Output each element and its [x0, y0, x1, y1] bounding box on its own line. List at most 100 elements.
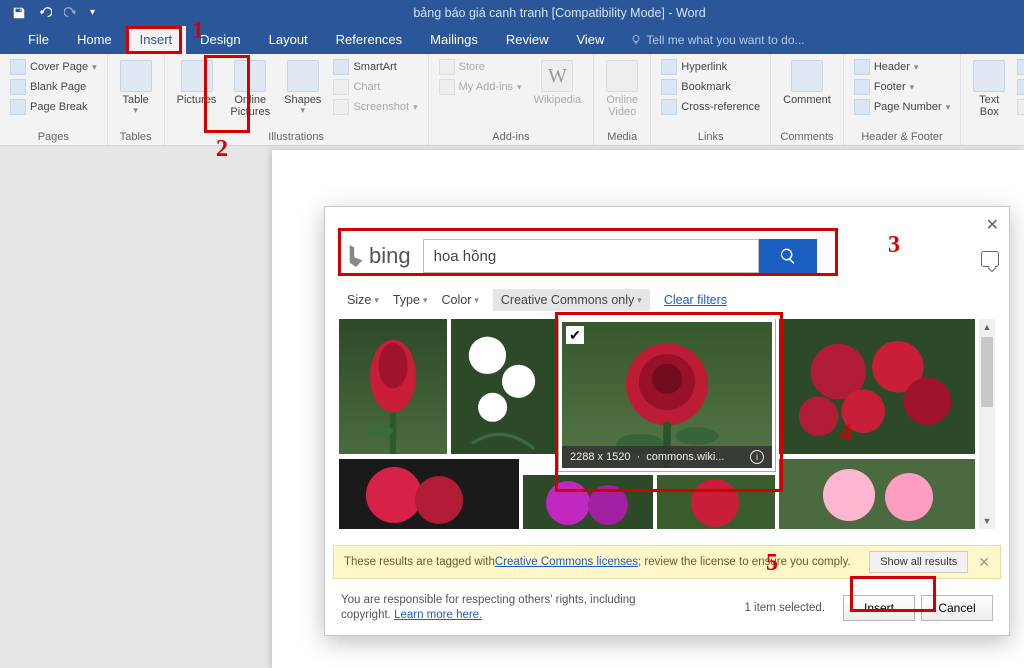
video-icon [606, 60, 638, 92]
comment-button[interactable]: Comment [779, 58, 835, 108]
feedback-icon[interactable] [981, 251, 999, 267]
group-tables: Table▾ Tables [108, 54, 165, 145]
result-thumb-selected[interactable]: ✔ 2288 x 1520 · commons.wiki... i [559, 319, 775, 471]
scroll-thumb[interactable] [981, 337, 993, 407]
shapes-button[interactable]: Shapes▾ [280, 58, 325, 118]
wikipedia-button[interactable]: WWikipedia [530, 58, 586, 108]
undo-icon[interactable] [38, 6, 52, 20]
result-thumb[interactable] [523, 475, 653, 529]
selected-check-icon[interactable]: ✔ [566, 326, 584, 344]
dropcap-icon [1017, 99, 1024, 115]
page-break-button[interactable]: Page Break [8, 98, 99, 116]
wordart-button[interactable]: WordArt [1015, 78, 1024, 96]
tell-me-box[interactable]: Tell me what you want to do... [630, 33, 804, 54]
group-label-illustrations: Illustrations [173, 129, 420, 143]
filter-size[interactable]: Size▾ [347, 293, 379, 307]
table-button[interactable]: Table▾ [116, 58, 156, 118]
textbox-button[interactable]: Text Box [969, 58, 1009, 120]
tab-review[interactable]: Review [492, 26, 563, 54]
save-icon[interactable] [12, 6, 26, 20]
cross-reference-button[interactable]: Cross-reference [659, 98, 762, 116]
cancel-button[interactable]: Cancel [921, 595, 993, 621]
result-thumb[interactable] [779, 319, 975, 454]
blank-page-button[interactable]: Blank Page [8, 78, 99, 96]
dropcap-button[interactable]: Drop Cap [1015, 98, 1024, 116]
store-button[interactable]: Store [437, 58, 524, 76]
filter-type[interactable]: Type▾ [393, 293, 428, 307]
dialog-footer: You are responsible for respecting other… [341, 593, 993, 623]
search-input[interactable] [423, 239, 759, 273]
smartart-icon [333, 59, 349, 75]
pictures-icon [181, 60, 213, 92]
ribbon-tabs: File Home Insert Design Layout Reference… [0, 25, 1024, 54]
online-pictures-button[interactable]: Online Pictures [226, 58, 274, 120]
window-title: bảng báo giá canh tranh [Compatibility M… [95, 6, 1024, 20]
tab-view[interactable]: View [562, 26, 618, 54]
comment-icon [791, 60, 823, 92]
results-scrollbar[interactable]: ▲ ▼ [979, 319, 995, 529]
cover-page-button[interactable]: Cover Page ▾ [8, 58, 99, 76]
result-thumb[interactable] [779, 459, 975, 529]
group-illustrations: Pictures Online Pictures Shapes▾ SmartAr… [165, 54, 429, 145]
wordart-icon [1017, 79, 1024, 95]
search-bar: bing [347, 239, 817, 273]
page-number-button[interactable]: Page Number ▾ [852, 98, 952, 116]
online-pictures-icon [234, 60, 266, 92]
group-label-links: Links [659, 129, 762, 143]
tab-home[interactable]: Home [63, 26, 126, 54]
group-header-footer: Header ▾ Footer ▾ Page Number ▾ Header &… [844, 54, 961, 145]
close-icon[interactable]: ✕ [986, 215, 999, 235]
bing-icon [347, 245, 365, 267]
result-thumb[interactable] [339, 319, 447, 454]
insert-button[interactable]: Insert [843, 595, 915, 621]
group-media: Online Video Media [594, 54, 651, 145]
pictures-button[interactable]: Pictures [173, 58, 221, 108]
clear-filters-link[interactable]: Clear filters [664, 293, 727, 307]
info-icon[interactable]: i [750, 450, 764, 464]
screenshot-icon [333, 99, 349, 115]
group-label-addins: Add-ins [437, 129, 586, 143]
filter-cc[interactable]: Creative Commons only▾ [493, 289, 650, 311]
smartart-button[interactable]: SmartArt [331, 58, 419, 76]
tab-references[interactable]: References [322, 26, 416, 54]
header-button[interactable]: Header ▾ [852, 58, 952, 76]
online-video-button[interactable]: Online Video [602, 58, 642, 120]
quickparts-icon [1017, 59, 1024, 75]
group-label-pages: Pages [8, 129, 99, 143]
quick-parts-button[interactable]: Quick Par [1015, 58, 1024, 76]
header-icon [854, 59, 870, 75]
redo-icon[interactable] [64, 6, 78, 20]
filter-color[interactable]: Color▾ [442, 293, 479, 307]
rights-note: You are responsible for respecting other… [341, 593, 641, 623]
learn-more-link[interactable]: Learn more here. [394, 609, 482, 621]
group-links: Hyperlink Bookmark Cross-reference Links [651, 54, 771, 145]
my-addins-button[interactable]: My Add-ins ▾ [437, 78, 524, 96]
screenshot-button: Screenshot ▾ [331, 98, 419, 116]
bing-logo: bing [347, 243, 411, 269]
footer-button[interactable]: Footer ▾ [852, 78, 952, 96]
search-icon [779, 247, 797, 265]
tab-insert[interactable]: Insert [126, 26, 187, 54]
tab-mailings[interactable]: Mailings [416, 26, 492, 54]
search-button[interactable] [759, 239, 817, 273]
results-grid: ✔ 2288 x 1520 · commons.wiki... i [339, 319, 975, 529]
wikipedia-icon: W [541, 60, 573, 92]
hyperlink-button[interactable]: Hyperlink [659, 58, 762, 76]
chart-button: Chart [331, 78, 419, 96]
selection-caption: 2288 x 1520 · commons.wiki... i [562, 446, 772, 468]
show-all-results-button[interactable]: Show all results [869, 551, 968, 573]
result-thumb[interactable] [339, 459, 519, 529]
pagenum-icon [854, 99, 870, 115]
tell-me-placeholder: Tell me what you want to do... [646, 33, 804, 47]
tab-layout[interactable]: Layout [255, 26, 322, 54]
dismiss-bar-icon[interactable]: ✕ [978, 554, 990, 571]
scroll-up-icon[interactable]: ▲ [979, 319, 995, 335]
blank-page-icon [10, 79, 26, 95]
cc-license-link[interactable]: Creative Commons licenses [495, 556, 638, 568]
tab-file[interactable]: File [14, 26, 63, 54]
result-thumb[interactable] [451, 319, 555, 454]
scroll-down-icon[interactable]: ▼ [979, 513, 995, 529]
result-thumb[interactable] [657, 475, 775, 529]
bookmark-button[interactable]: Bookmark [659, 78, 762, 96]
tab-design[interactable]: Design [186, 26, 254, 54]
